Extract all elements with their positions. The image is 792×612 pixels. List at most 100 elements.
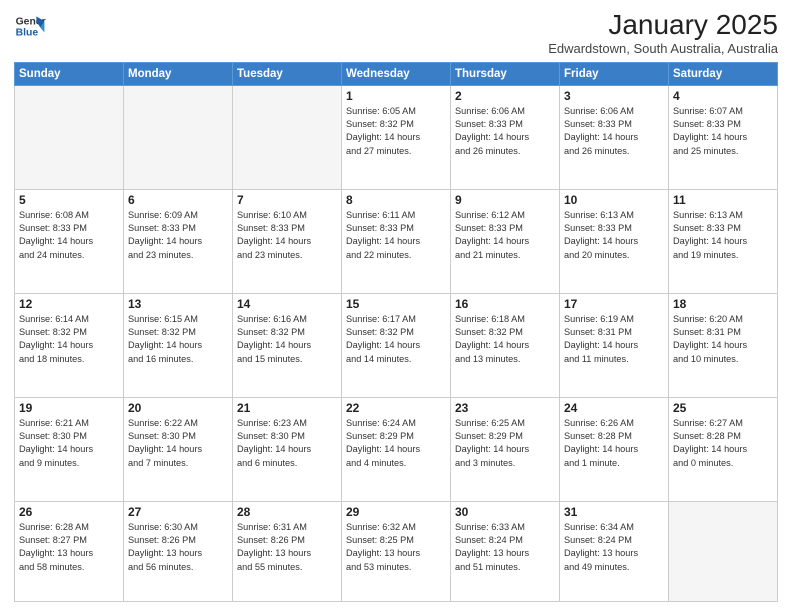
day-number: 16 [455,297,555,311]
day-number: 3 [564,89,664,103]
day-info: Sunrise: 6:21 AM Sunset: 8:30 PM Dayligh… [19,417,119,470]
day-info: Sunrise: 6:06 AM Sunset: 8:33 PM Dayligh… [455,105,555,158]
day-number: 14 [237,297,337,311]
subtitle: Edwardstown, South Australia, Australia [548,41,778,56]
calendar-week-5: 26 Sunrise: 6:28 AM Sunset: 8:27 PM Dayli… [15,501,778,601]
day-number: 19 [19,401,119,415]
day-number: 7 [237,193,337,207]
day-info: Sunrise: 6:19 AM Sunset: 8:31 PM Dayligh… [564,313,664,366]
calendar-cell: 5 Sunrise: 6:08 AM Sunset: 8:33 PM Daylig… [15,189,124,293]
day-info: Sunrise: 6:06 AM Sunset: 8:33 PM Dayligh… [564,105,664,158]
calendar-cell: 17 Sunrise: 6:19 AM Sunset: 8:31 PM Dayli… [560,293,669,397]
calendar-cell: 3 Sunrise: 6:06 AM Sunset: 8:33 PM Daylig… [560,85,669,189]
day-number: 12 [19,297,119,311]
calendar-cell: 22 Sunrise: 6:24 AM Sunset: 8:29 PM Dayli… [342,397,451,501]
day-number: 1 [346,89,446,103]
calendar-cell: 25 Sunrise: 6:27 AM Sunset: 8:28 PM Dayli… [669,397,778,501]
day-info: Sunrise: 6:30 AM Sunset: 8:26 PM Dayligh… [128,521,228,574]
calendar-cell: 13 Sunrise: 6:15 AM Sunset: 8:32 PM Dayli… [124,293,233,397]
day-number: 17 [564,297,664,311]
day-info: Sunrise: 6:25 AM Sunset: 8:29 PM Dayligh… [455,417,555,470]
day-number: 26 [19,505,119,519]
calendar-cell: 1 Sunrise: 6:05 AM Sunset: 8:32 PM Daylig… [342,85,451,189]
day-number: 13 [128,297,228,311]
calendar-cell: 29 Sunrise: 6:32 AM Sunset: 8:25 PM Dayli… [342,501,451,601]
svg-text:Blue: Blue [16,28,39,39]
calendar-cell: 8 Sunrise: 6:11 AM Sunset: 8:33 PM Daylig… [342,189,451,293]
calendar-cell: 12 Sunrise: 6:14 AM Sunset: 8:32 PM Dayli… [15,293,124,397]
day-info: Sunrise: 6:11 AM Sunset: 8:33 PM Dayligh… [346,209,446,262]
day-number: 21 [237,401,337,415]
calendar-cell [669,501,778,601]
day-info: Sunrise: 6:14 AM Sunset: 8:32 PM Dayligh… [19,313,119,366]
calendar-cell: 16Sunrise: 6:18 AM Sunset: 8:32 PM Dayli… [451,293,560,397]
page: General Blue January 2025 Edwardstown, S… [0,0,792,612]
day-info: Sunrise: 6:23 AM Sunset: 8:30 PM Dayligh… [237,417,337,470]
calendar-cell: 9 Sunrise: 6:12 AM Sunset: 8:33 PM Daylig… [451,189,560,293]
header-monday: Monday [124,62,233,85]
day-info: Sunrise: 6:20 AM Sunset: 8:31 PM Dayligh… [673,313,773,366]
header-tuesday: Tuesday [233,62,342,85]
day-info: Sunrise: 6:27 AM Sunset: 8:28 PM Dayligh… [673,417,773,470]
calendar-cell: 27 Sunrise: 6:30 AM Sunset: 8:26 PM Dayli… [124,501,233,601]
day-number: 28 [237,505,337,519]
header-wednesday: Wednesday [342,62,451,85]
day-info: Sunrise: 6:34 AM Sunset: 8:24 PM Dayligh… [564,521,664,574]
calendar-cell: 26 Sunrise: 6:28 AM Sunset: 8:27 PM Dayli… [15,501,124,601]
calendar-cell: 21 Sunrise: 6:23 AM Sunset: 8:30 PM Dayli… [233,397,342,501]
day-info: Sunrise: 6:05 AM Sunset: 8:32 PM Dayligh… [346,105,446,158]
day-number: 15 [346,297,446,311]
header-friday: Friday [560,62,669,85]
day-number: 2 [455,89,555,103]
day-info: Sunrise: 6:26 AM Sunset: 8:28 PM Dayligh… [564,417,664,470]
main-title: January 2025 [548,10,778,41]
calendar-cell [15,85,124,189]
day-number: 4 [673,89,773,103]
day-number: 30 [455,505,555,519]
calendar-cell: 7 Sunrise: 6:10 AM Sunset: 8:33 PM Daylig… [233,189,342,293]
header-thursday: Thursday [451,62,560,85]
day-info: Sunrise: 6:12 AM Sunset: 8:33 PM Dayligh… [455,209,555,262]
calendar-cell: 31Sunrise: 6:34 AM Sunset: 8:24 PM Dayli… [560,501,669,601]
day-info: Sunrise: 6:16 AM Sunset: 8:32 PM Dayligh… [237,313,337,366]
calendar-cell: 2 Sunrise: 6:06 AM Sunset: 8:33 PM Daylig… [451,85,560,189]
calendar-cell: 23Sunrise: 6:25 AM Sunset: 8:29 PM Dayli… [451,397,560,501]
calendar-cell: 30Sunrise: 6:33 AM Sunset: 8:24 PM Dayli… [451,501,560,601]
day-info: Sunrise: 6:09 AM Sunset: 8:33 PM Dayligh… [128,209,228,262]
day-info: Sunrise: 6:07 AM Sunset: 8:33 PM Dayligh… [673,105,773,158]
header-saturday: Saturday [669,62,778,85]
day-info: Sunrise: 6:13 AM Sunset: 8:33 PM Dayligh… [564,209,664,262]
calendar-cell [124,85,233,189]
day-number: 9 [455,193,555,207]
calendar-cell: 14 Sunrise: 6:16 AM Sunset: 8:32 PM Dayli… [233,293,342,397]
calendar-week-2: 5 Sunrise: 6:08 AM Sunset: 8:33 PM Daylig… [15,189,778,293]
calendar-cell: 4 Sunrise: 6:07 AM Sunset: 8:33 PM Daylig… [669,85,778,189]
calendar-cell: 15 Sunrise: 6:17 AM Sunset: 8:32 PM Dayli… [342,293,451,397]
logo: General Blue [14,10,46,42]
day-info: Sunrise: 6:15 AM Sunset: 8:32 PM Dayligh… [128,313,228,366]
day-number: 11 [673,193,773,207]
day-number: 20 [128,401,228,415]
day-info: Sunrise: 6:08 AM Sunset: 8:33 PM Dayligh… [19,209,119,262]
day-number: 29 [346,505,446,519]
day-number: 18 [673,297,773,311]
calendar-cell: 19 Sunrise: 6:21 AM Sunset: 8:30 PM Dayli… [15,397,124,501]
day-info: Sunrise: 6:17 AM Sunset: 8:32 PM Dayligh… [346,313,446,366]
day-info: Sunrise: 6:28 AM Sunset: 8:27 PM Dayligh… [19,521,119,574]
calendar-cell: 6 Sunrise: 6:09 AM Sunset: 8:33 PM Daylig… [124,189,233,293]
day-number: 6 [128,193,228,207]
day-info: Sunrise: 6:31 AM Sunset: 8:26 PM Dayligh… [237,521,337,574]
day-number: 8 [346,193,446,207]
day-number: 25 [673,401,773,415]
calendar-cell [233,85,342,189]
day-info: Sunrise: 6:24 AM Sunset: 8:29 PM Dayligh… [346,417,446,470]
day-number: 22 [346,401,446,415]
day-number: 27 [128,505,228,519]
logo-icon: General Blue [14,10,46,42]
calendar-cell: 18 Sunrise: 6:20 AM Sunset: 8:31 PM Dayli… [669,293,778,397]
day-number: 10 [564,193,664,207]
day-info: Sunrise: 6:10 AM Sunset: 8:33 PM Dayligh… [237,209,337,262]
header-sunday: Sunday [15,62,124,85]
day-number: 5 [19,193,119,207]
day-info: Sunrise: 6:32 AM Sunset: 8:25 PM Dayligh… [346,521,446,574]
